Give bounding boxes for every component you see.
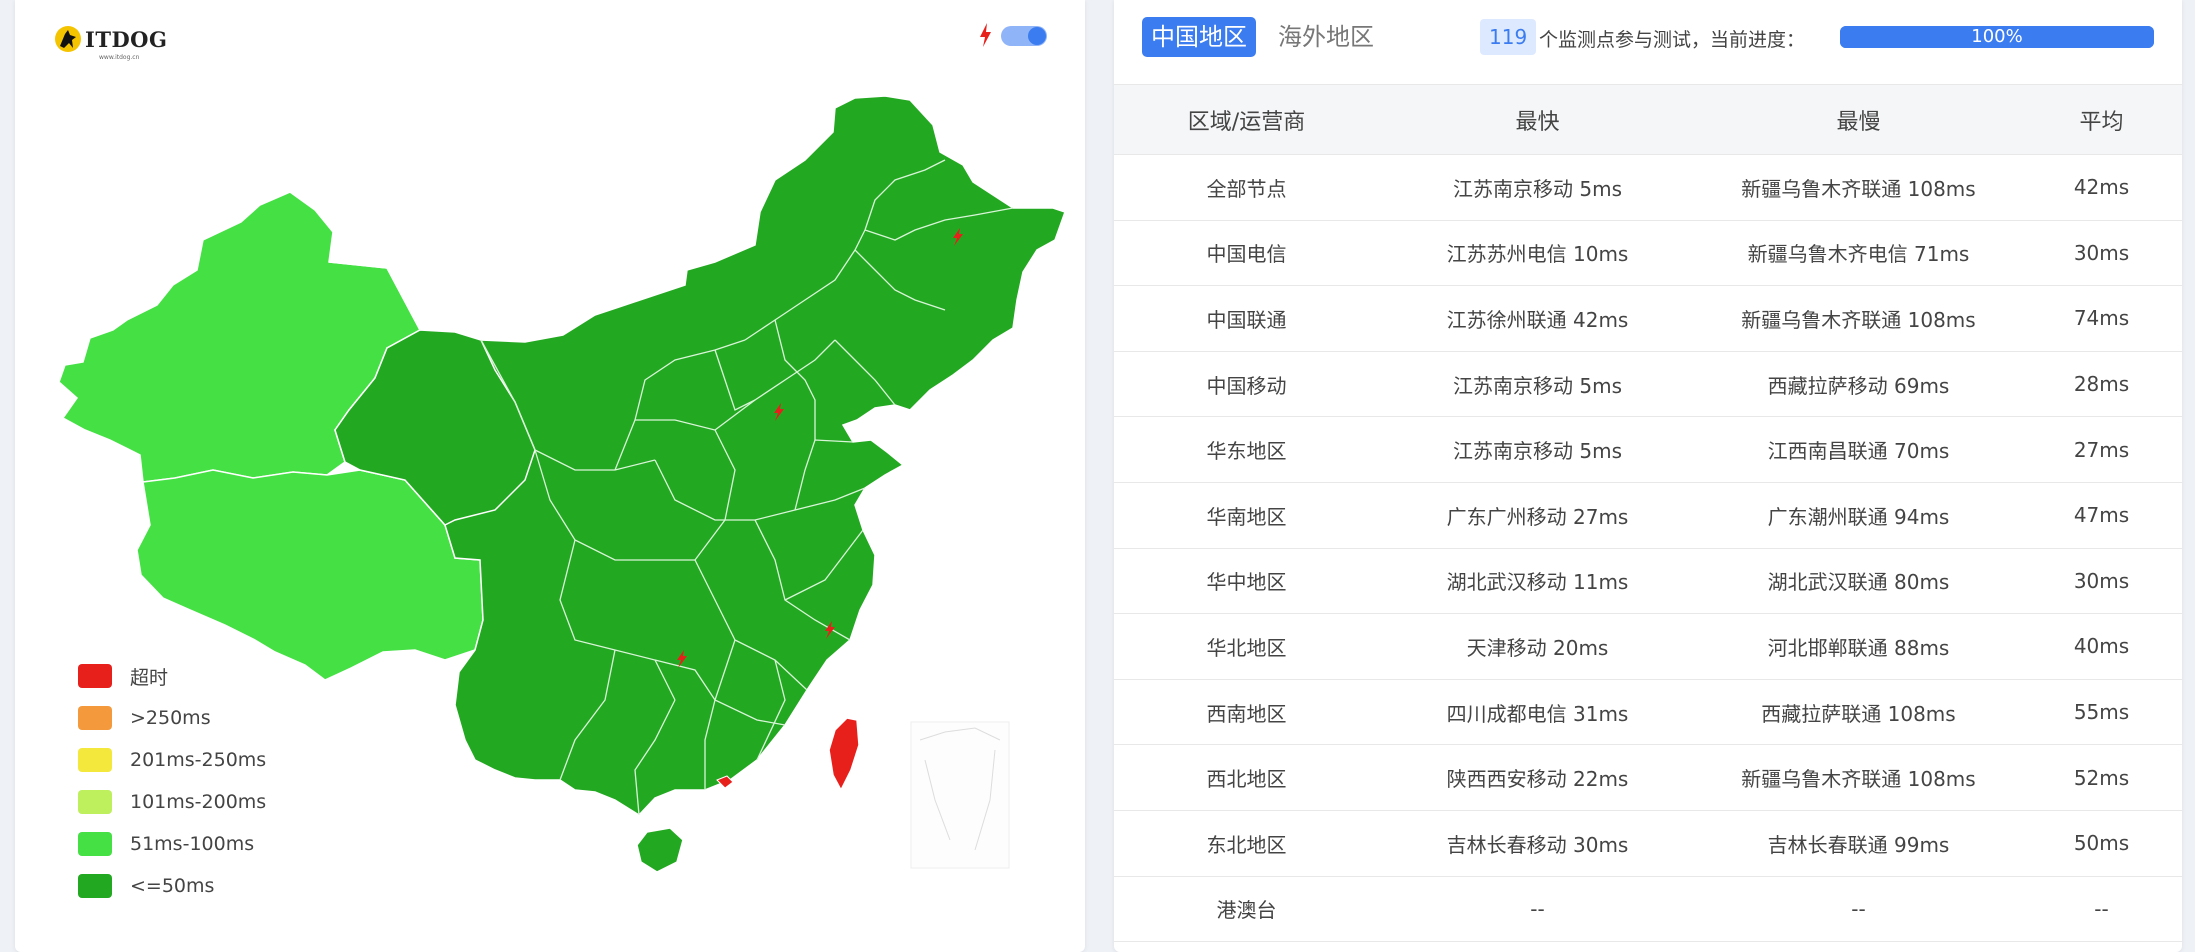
cell-fastest: 江苏南京移动 5ms [1379, 351, 1696, 418]
cell-fastest: 江苏南京移动 5ms [1379, 416, 1696, 483]
table-row: 东北地区 吉林长春移动 30ms 吉林长春联通 99ms 50ms [1114, 810, 2182, 877]
table-header-row: 区域/运营商 最快 最慢 平均 [1114, 84, 2182, 155]
header-average[interactable]: 平均 [2021, 84, 2182, 155]
cell-fastest: 江苏苏州电信 10ms [1379, 220, 1696, 287]
cell-fastest: -- [1379, 876, 1696, 943]
cell-fastest: 天津移动 20ms [1379, 613, 1696, 680]
monitor-count-badge: 119 [1480, 19, 1537, 55]
legend-item: 51ms-100ms [78, 823, 266, 865]
legend-swatch [78, 790, 112, 814]
south-sea-inset [910, 721, 1010, 869]
legend-item: 101ms-200ms [78, 781, 266, 823]
cell-fastest: 吉林长春移动 30ms [1379, 810, 1696, 877]
table-row: 全部节点 江苏南京移动 5ms 新疆乌鲁木齐联通 108ms 42ms [1114, 154, 2182, 221]
table-row: 西北地区 陕西西安移动 22ms 新疆乌鲁木齐联通 108ms 52ms [1114, 744, 2182, 811]
legend-item: 201ms-250ms [78, 739, 266, 781]
table-row: 中国移动 江苏南京移动 5ms 西藏拉萨移动 69ms 28ms [1114, 351, 2182, 418]
cell-slowest: -- [1696, 876, 2021, 943]
legend-swatch [78, 706, 112, 730]
cell-average: 74ms [2021, 285, 2182, 352]
cell-region: 东北地区 [1114, 810, 1379, 877]
legend-label: 201ms-250ms [130, 749, 267, 771]
table-row: 中国联通 江苏徐州联通 42ms 新疆乌鲁木齐联通 108ms 74ms [1114, 285, 2182, 352]
cell-region: 华东地区 [1114, 416, 1379, 483]
cell-slowest: 广东潮州联通 94ms [1696, 482, 2021, 549]
cell-average: 50ms [2021, 810, 2182, 877]
progress-bar: 100% [1840, 26, 2154, 48]
cell-region: 西北地区 [1114, 744, 1379, 811]
cell-slowest: 西藏拉萨移动 69ms [1696, 351, 2021, 418]
legend-label: 超时 [130, 666, 169, 689]
table-body: 全部节点 江苏南京移动 5ms 新疆乌鲁木齐联通 108ms 42ms 中国电信 江苏苏州… [1114, 154, 2182, 943]
results-topbar: 中国地区 海外地区 119 个监测点参与测试，当前进度： 100% [1114, 0, 2182, 74]
cell-fastest: 陕西西安移动 22ms [1379, 744, 1696, 811]
cell-region: 华中地区 [1114, 548, 1379, 615]
tab-china[interactable]: 中国地区 [1142, 17, 1256, 57]
header-slowest[interactable]: 最慢 [1696, 84, 2021, 155]
cell-slowest: 江西南昌联通 70ms [1696, 416, 2021, 483]
cell-average: 30ms [2021, 548, 2182, 615]
map-region-hainan[interactable] [636, 827, 684, 873]
cell-region: 中国电信 [1114, 220, 1379, 287]
table-row: 华南地区 广东广州移动 27ms 广东潮州联通 94ms 47ms [1114, 482, 2182, 549]
header-region[interactable]: 区域/运营商 [1114, 84, 1379, 155]
progress-label: 100% [1971, 26, 2023, 47]
cell-slowest: 新疆乌鲁木齐电信 71ms [1696, 220, 2021, 287]
monitor-progress-text: 个监测点参与测试，当前进度： [1539, 29, 1806, 51]
legend-swatch [78, 832, 112, 856]
cell-region: 中国联通 [1114, 285, 1379, 352]
results-table: 区域/运营商 最快 最慢 平均 全部节点 江苏南京移动 5ms 新疆乌鲁木齐联通 1… [1114, 84, 2182, 943]
legend-swatch [78, 664, 112, 688]
legend-label: 51ms-100ms [130, 833, 255, 855]
table-row: 西南地区 四川成都电信 31ms 西藏拉萨联通 108ms 55ms [1114, 679, 2182, 746]
map-legend: 超时 >250ms 201ms-250ms 101ms-200ms 51ms-1… [78, 655, 266, 907]
cell-slowest: 西藏拉萨联通 108ms [1696, 679, 2021, 746]
table-row: 华中地区 湖北武汉移动 11ms 湖北武汉联通 80ms 30ms [1114, 548, 2182, 615]
table-row: 华东地区 江苏南京移动 5ms 江西南昌联通 70ms 27ms [1114, 416, 2182, 483]
cell-average: 47ms [2021, 482, 2182, 549]
cell-average: 28ms [2021, 351, 2182, 418]
cell-slowest: 新疆乌鲁木齐联通 108ms [1696, 285, 2021, 352]
cell-fastest: 江苏徐州联通 42ms [1379, 285, 1696, 352]
legend-label: <=50ms [130, 875, 215, 897]
legend-item: <=50ms [78, 865, 266, 907]
legend-label: 101ms-200ms [130, 791, 267, 813]
cell-region: 全部节点 [1114, 154, 1379, 221]
legend-item: >250ms [78, 697, 266, 739]
cell-average: 42ms [2021, 154, 2182, 221]
cell-average: 52ms [2021, 744, 2182, 811]
cell-fastest: 四川成都电信 31ms [1379, 679, 1696, 746]
cell-region: 港澳台 [1114, 876, 1379, 943]
cell-average: 40ms [2021, 613, 2182, 680]
cell-region: 华南地区 [1114, 482, 1379, 549]
cell-fastest: 江苏南京移动 5ms [1379, 154, 1696, 221]
cell-slowest: 新疆乌鲁木齐联通 108ms [1696, 154, 2021, 221]
legend-swatch [78, 748, 112, 772]
legend-label: >250ms [130, 707, 211, 729]
cell-slowest: 吉林长春联通 99ms [1696, 810, 2021, 877]
table-row: 港澳台 -- -- -- [1114, 876, 2182, 943]
cell-region: 中国移动 [1114, 351, 1379, 418]
tab-overseas[interactable]: 海外地区 [1269, 17, 1383, 57]
table-row: 中国电信 江苏苏州电信 10ms 新疆乌鲁木齐电信 71ms 30ms [1114, 220, 2182, 287]
header-fastest[interactable]: 最快 [1379, 84, 1696, 155]
cell-average: -- [2021, 876, 2182, 943]
cell-slowest: 湖北武汉联通 80ms [1696, 548, 2021, 615]
legend-swatch [78, 874, 112, 898]
cell-fastest: 广东广州移动 27ms [1379, 482, 1696, 549]
map-region-taiwan[interactable] [828, 717, 860, 792]
cell-slowest: 新疆乌鲁木齐联通 108ms [1696, 744, 2021, 811]
cell-region: 华北地区 [1114, 613, 1379, 680]
results-panel: 中国地区 海外地区 119 个监测点参与测试，当前进度： 100% 区域/运营商… [1114, 0, 2182, 952]
table-row: 华北地区 天津移动 20ms 河北邯郸联通 88ms 40ms [1114, 613, 2182, 680]
cell-fastest: 湖北武汉移动 11ms [1379, 548, 1696, 615]
map-panel: ITDOG www.itdog.cn 超时 >250ms 201ms-250ms… [15, 0, 1085, 952]
cell-average: 55ms [2021, 679, 2182, 746]
cell-slowest: 河北邯郸联通 88ms [1696, 613, 2021, 680]
legend-item: 超时 [78, 655, 266, 697]
cell-average: 27ms [2021, 416, 2182, 483]
cell-region: 西南地区 [1114, 679, 1379, 746]
cell-average: 30ms [2021, 220, 2182, 287]
